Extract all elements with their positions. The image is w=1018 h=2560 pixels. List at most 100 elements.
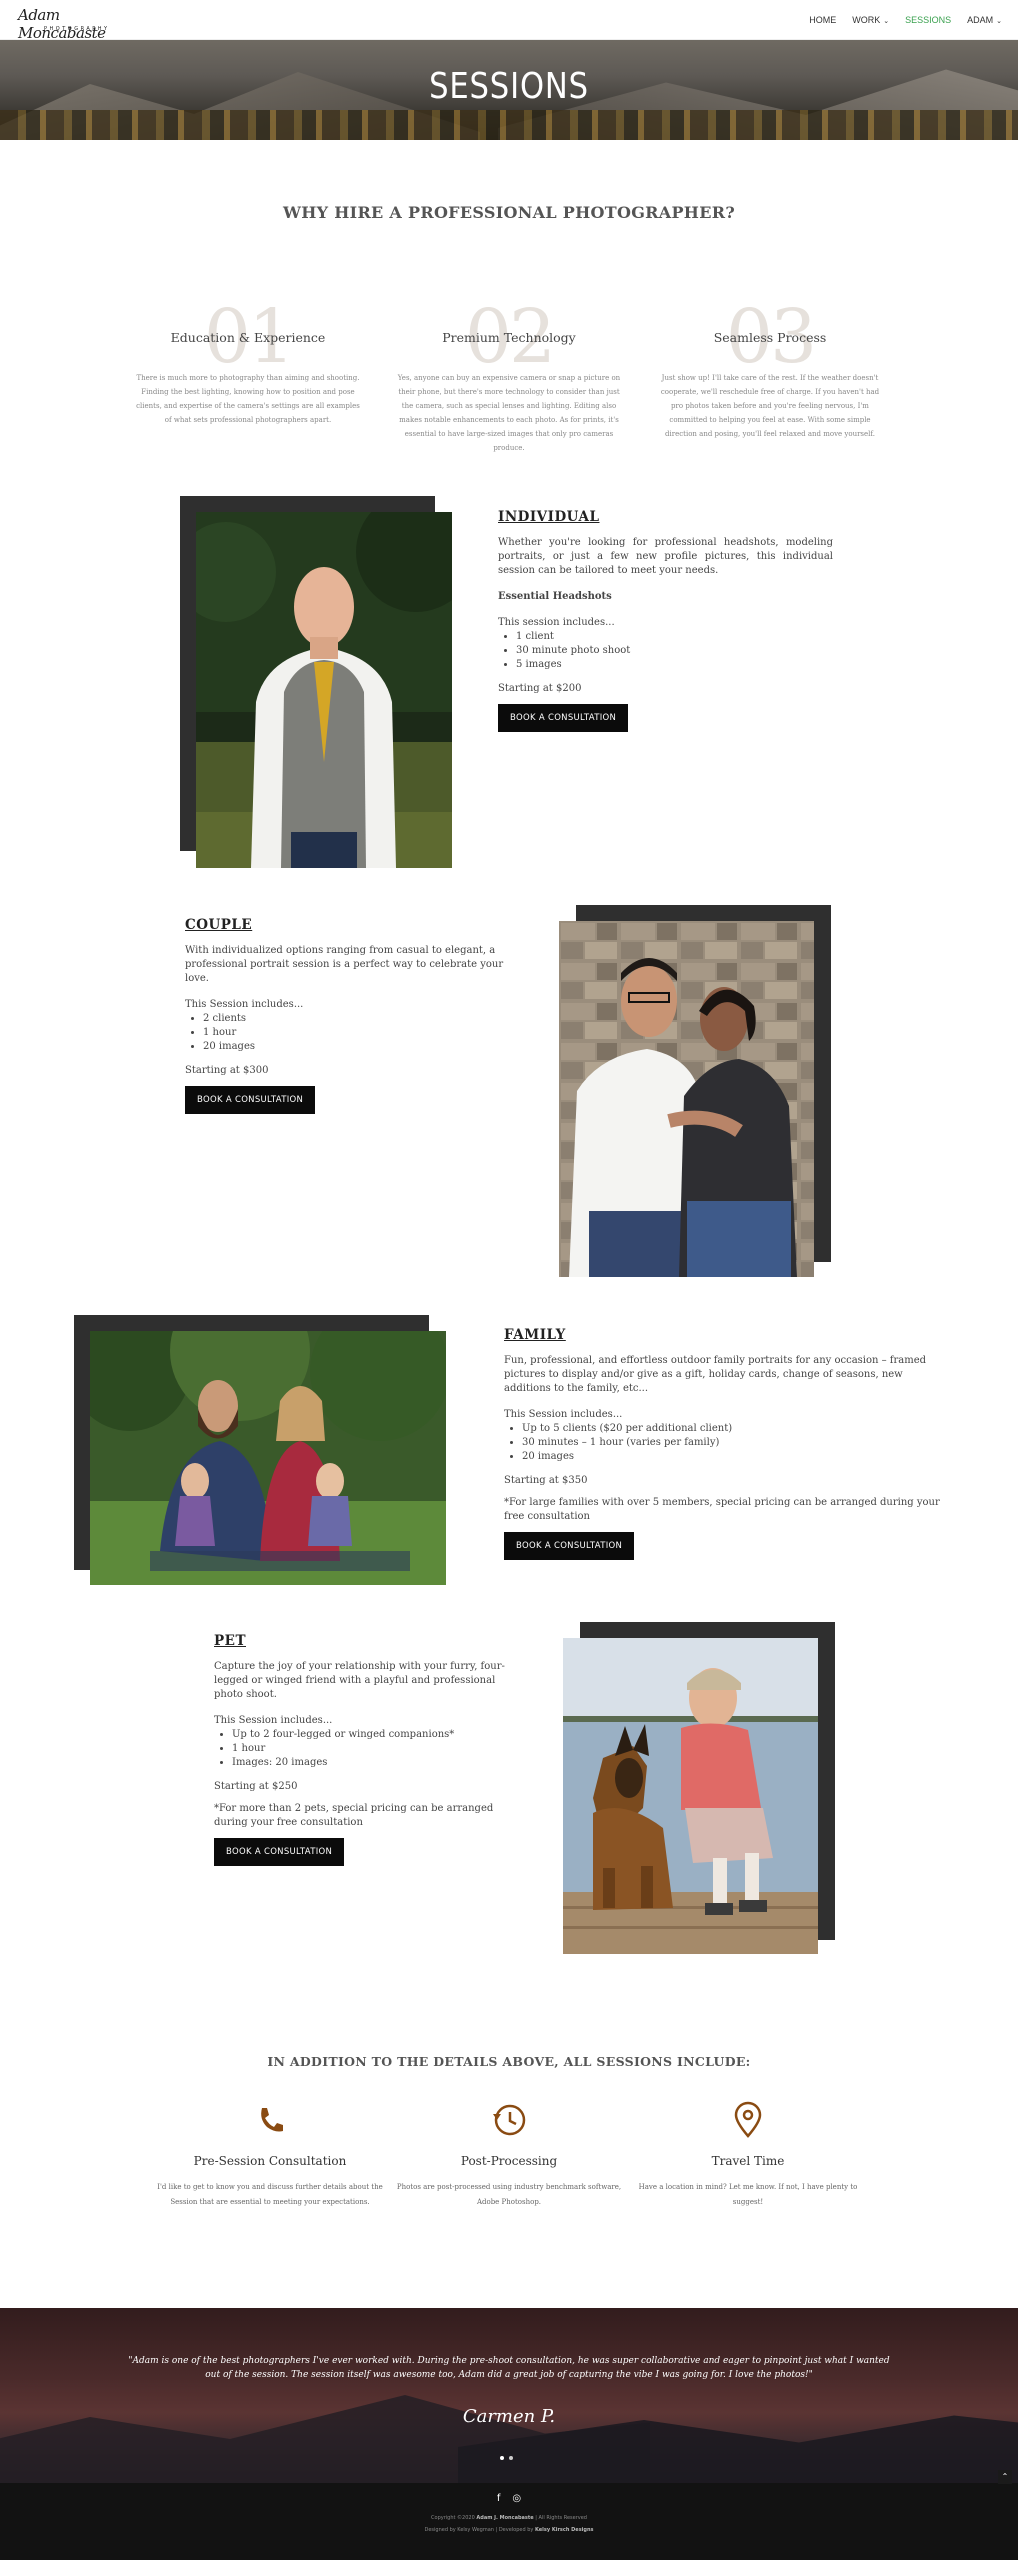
include-text: Photos are post-processed using industry…: [396, 2183, 622, 2206]
include-post-processing: Post-Processing Photos are post-processe…: [389, 2100, 629, 2210]
logo-script: Adam Moncabaste: [18, 6, 106, 42]
session-note: *For large families with over 5 members,…: [504, 1497, 940, 1522]
instagram-icon[interactable]: ◎: [512, 2493, 521, 2504]
session-price: Starting at $200: [498, 683, 582, 694]
session-includes-label: This Session includes...: [214, 1715, 333, 1726]
feature-text: Yes, anyone can buy an expensive camera …: [397, 374, 621, 452]
list-item: 30 minutes – 1 hour (varies per family): [522, 1436, 949, 1450]
family-photo: [74, 1315, 446, 1585]
feature-process: 03 Seamless Process Just show up! I'll t…: [655, 300, 885, 441]
facebook-icon[interactable]: f: [497, 2493, 501, 2504]
session-title: COUPLE: [185, 917, 253, 933]
family-portrait-image: [90, 1331, 446, 1585]
nav-work[interactable]: WORK ⌄: [852, 15, 889, 25]
nav-adam-label: ADAM: [967, 15, 994, 25]
couple-portrait-image: [559, 921, 814, 1277]
copyright-suffix: | All Rights Reserved: [535, 2515, 587, 2521]
list-item: 2 clients: [203, 1012, 515, 1026]
include-consultation: Pre-Session Consultation I'd like to get…: [150, 2100, 390, 2210]
feature-text: Just show up! I'll take care of the rest…: [660, 374, 880, 438]
hero-flowers: [0, 110, 1018, 140]
credit-link[interactable]: Kelsy Kirsch Designs: [535, 2527, 594, 2533]
feature-title: Seamless Process: [713, 330, 827, 345]
book-consultation-button[interactable]: BOOK A CONSULTATION: [185, 1086, 316, 1114]
credit-text: Designed by Kelsy Wegman | Developed by …: [0, 2527, 1018, 2533]
chevron-down-icon: ⌄: [996, 18, 1002, 25]
nav-home[interactable]: HOME: [809, 15, 836, 25]
book-consultation-button[interactable]: BOOK A CONSULTATION: [214, 1838, 345, 1866]
list-item: 1 hour: [203, 1026, 515, 1040]
individual-portrait-image: [196, 512, 452, 868]
hero-banner: SESSIONS: [0, 40, 1018, 140]
testimonial-pagination: [500, 2456, 513, 2460]
nav-adam[interactable]: ADAM ⌄: [967, 15, 1002, 25]
feature-text: There is much more to photography than a…: [136, 374, 360, 424]
feature-education: 01 Education & Experience There is much …: [133, 300, 363, 427]
session-subtitle: Essential Headshots: [498, 591, 612, 602]
pet-portrait-image: [563, 1638, 818, 1954]
session-includes-list: Up to 5 clients ($20 per additional clie…: [522, 1422, 949, 1464]
history-icon: [493, 2104, 526, 2136]
list-item: Up to 5 clients ($20 per additional clie…: [522, 1422, 949, 1436]
session-includes-label: This Session includes...: [185, 999, 304, 1010]
session-note: *For more than 2 pets, special pricing c…: [214, 1803, 494, 1828]
list-item: 30 minute photo shoot: [516, 644, 833, 658]
feature-title: Education & Experience: [170, 330, 326, 345]
testimonial-author: Carmen P.: [462, 2406, 556, 2427]
include-text: I'd like to get to know you and discuss …: [157, 2183, 383, 2206]
session-price: Starting at $350: [504, 1475, 588, 1486]
session-individual: INDIVIDUAL Whether you're looking for pr…: [498, 510, 833, 732]
site-logo[interactable]: Adam Moncabaste PHOTOGRAPHY: [18, 6, 148, 42]
testimonial-section: "Adam is one of the best photographers I…: [0, 2308, 1018, 2483]
page-title: SESSIONS: [429, 66, 589, 107]
why-section-title: WHY HIRE A PROFESSIONAL PHOTOGRAPHER?: [282, 203, 735, 222]
session-title: FAMILY: [504, 1327, 566, 1343]
phone-icon: [261, 2108, 283, 2132]
list-item: 20 images: [522, 1450, 949, 1464]
back-to-top-button[interactable]: ⌃: [998, 2470, 1012, 2484]
list-item: 5 images: [516, 658, 833, 672]
credit-prefix: Designed by Kelsy Wegman | Developed by: [424, 2527, 534, 2533]
main-nav: HOME WORK ⌄ SESSIONS ADAM ⌄: [809, 15, 1002, 25]
pet-photo: [563, 1622, 835, 1954]
chevron-up-icon: ⌃: [1001, 2472, 1009, 2481]
session-includes-list: Up to 2 four-legged or winged companions…: [232, 1728, 524, 1770]
session-includes-list: 2 clients 1 hour 20 images: [203, 1012, 515, 1054]
list-item: 20 images: [203, 1040, 515, 1054]
session-price: Starting at $250: [214, 1781, 298, 1792]
logo-subtitle: PHOTOGRAPHY: [44, 26, 110, 32]
testimonial-quote: "Adam is one of the best photographers I…: [128, 2356, 890, 2380]
copyright-name: Adam J. Moncabaste: [476, 2515, 534, 2521]
nav-sessions[interactable]: SESSIONS: [905, 15, 951, 25]
session-title: PET: [214, 1633, 246, 1649]
session-pet: PET Capture the joy of your relationship…: [214, 1634, 524, 1866]
list-item: 1 hour: [232, 1742, 524, 1756]
session-couple: COUPLE With individualized options rangi…: [185, 918, 515, 1114]
session-description: With individualized options ranging from…: [185, 945, 504, 984]
session-description: Capture the joy of your relationship wit…: [214, 1661, 505, 1700]
book-consultation-button[interactable]: BOOK A CONSULTATION: [504, 1532, 635, 1560]
include-title: Post-Processing: [460, 2154, 558, 2168]
session-description: Fun, professional, and effortless outdoo…: [504, 1355, 927, 1394]
couple-photo: [559, 905, 831, 1277]
book-consultation-button[interactable]: BOOK A CONSULTATION: [498, 704, 629, 732]
slider-dot[interactable]: [500, 2456, 504, 2460]
individual-photo: [180, 496, 452, 868]
include-travel-time: Travel Time Have a location in mind? Let…: [628, 2100, 868, 2210]
slider-dot[interactable]: [509, 2456, 513, 2460]
social-links: f ◎: [0, 2493, 1018, 2504]
map-pin-icon: [734, 2101, 762, 2138]
nav-work-label: WORK: [852, 15, 881, 25]
includes-section-title: IN ADDITION TO THE DETAILS ABOVE, ALL SE…: [267, 2054, 751, 2069]
include-title: Travel Time: [711, 2154, 785, 2168]
feature-technology: 02 Premium Technology Yes, anyone can bu…: [394, 300, 624, 455]
list-item: Images: 20 images: [232, 1756, 524, 1770]
copyright-prefix: Copyright ©2020: [431, 2515, 475, 2521]
session-includes-label: This session includes...: [498, 617, 615, 628]
chevron-down-icon: ⌄: [883, 18, 890, 25]
session-title: INDIVIDUAL: [498, 509, 600, 525]
session-description: Whether you're looking for professional …: [498, 537, 833, 576]
feature-title: Premium Technology: [442, 330, 576, 345]
list-item: 1 client: [516, 630, 833, 644]
include-text: Have a location in mind? Let me know. If…: [638, 2183, 858, 2206]
